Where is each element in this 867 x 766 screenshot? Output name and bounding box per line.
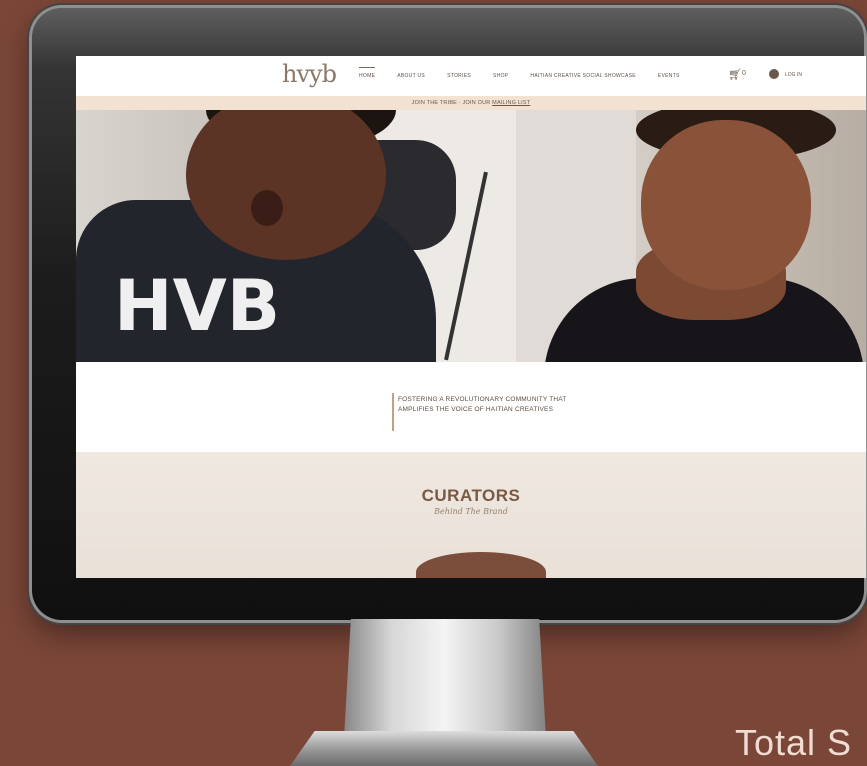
banner-text: JOIN THE TRIBE · JOIN OUR [411,100,493,106]
hero-person-right-face [641,120,811,290]
curators-photo [416,552,546,578]
mission-statement: FOSTERING A REVOLUTIONARY COMMUNITY THAT… [398,395,698,415]
site-header: hvyb HOME ABOUT US STORIES SHOP HAITIAN … [76,56,866,96]
hero-person-left-mouth [251,190,283,226]
nav-stories[interactable]: STORIES [447,73,471,79]
cart-icon[interactable]: 🛒︎ [728,68,742,81]
website-screen: hvyb HOME ABOUT US STORIES SHOP HAITIAN … [76,56,866,578]
mission-section: FOSTERING A REVOLUTIONARY COMMUNITY THAT… [76,362,866,452]
nav-shop[interactable]: SHOP [493,73,508,79]
nav-home[interactable]: HOME [359,67,376,79]
main-nav: HOME ABOUT US STORIES SHOP HAITIAN CREAT… [359,56,702,96]
monitor-stand-base [290,731,598,766]
site-logo[interactable]: hvyb [282,60,337,88]
mission-line-2: AMPLIFIES THE VOICE OF HAITIAN CREATIVES [398,406,554,413]
nav-about-us[interactable]: ABOUT US [397,73,425,79]
login-link[interactable]: LOG IN [785,72,802,78]
mission-line-1: FOSTERING A REVOLUTIONARY COMMUNITY THAT [398,396,567,403]
hero-image: HVB [76,110,866,362]
nav-events[interactable]: EVENTS [658,73,680,79]
caption-text: Total S [735,722,853,763]
monitor-frame: hvyb HOME ABOUT US STORIES SHOP HAITIAN … [32,8,866,620]
user-icon[interactable] [769,69,779,79]
cart-count: 0 [742,70,746,77]
hero-shirt-print: HVB [114,265,314,362]
curators-subheading: Behind The Brand [434,507,508,516]
mailing-list-link[interactable]: MAILING LIST [492,100,530,106]
curators-heading: CURATORS [421,486,521,505]
shirt-print-text: HVB [114,265,281,347]
curators-section: CURATORS Behind The Brand [76,452,866,578]
monitor-stand-neck [344,619,546,731]
nav-showcase[interactable]: HAITIAN CREATIVE SOCIAL SHOWCASE [530,73,635,79]
announcement-banner: JOIN THE TRIBE · JOIN OUR MAILING LIST [76,96,866,110]
mission-accent-rule [392,393,394,431]
